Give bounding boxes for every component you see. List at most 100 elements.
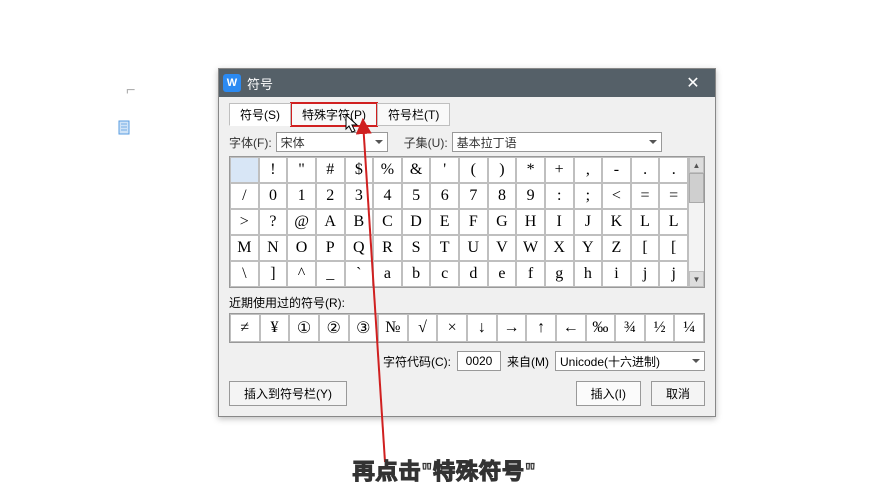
char-cell[interactable]: ^ bbox=[287, 261, 316, 287]
char-cell[interactable]: [ bbox=[659, 235, 688, 261]
char-cell[interactable]: # bbox=[316, 157, 345, 183]
char-cell[interactable]: H bbox=[516, 209, 545, 235]
char-cell[interactable]: V bbox=[488, 235, 517, 261]
char-cell[interactable]: c bbox=[430, 261, 459, 287]
char-cell[interactable]: ! bbox=[259, 157, 288, 183]
char-cell[interactable]: 1 bbox=[287, 183, 316, 209]
char-cell[interactable]: $ bbox=[345, 157, 374, 183]
recent-symbol-cell[interactable]: ‰ bbox=[586, 314, 616, 342]
char-cell[interactable]: ? bbox=[259, 209, 288, 235]
char-cell[interactable]: ' bbox=[430, 157, 459, 183]
recent-symbol-cell[interactable]: √ bbox=[408, 314, 438, 342]
scrollbar[interactable]: ▲ ▼ bbox=[688, 157, 704, 287]
tab-special-chars[interactable]: 特殊字符(P) bbox=[291, 103, 377, 126]
char-cell[interactable]: 9 bbox=[516, 183, 545, 209]
char-cell[interactable]: : bbox=[545, 183, 574, 209]
recent-symbol-cell[interactable]: × bbox=[437, 314, 467, 342]
char-cell[interactable]: ] bbox=[259, 261, 288, 287]
char-cell[interactable]: L bbox=[659, 209, 688, 235]
char-cell[interactable]: P bbox=[316, 235, 345, 261]
char-cell[interactable]: J bbox=[574, 209, 603, 235]
char-cell[interactable]: f bbox=[516, 261, 545, 287]
char-cell[interactable]: h bbox=[574, 261, 603, 287]
char-cell[interactable]: ( bbox=[459, 157, 488, 183]
char-cell[interactable]: ` bbox=[345, 261, 374, 287]
char-cell[interactable]: & bbox=[402, 157, 431, 183]
char-cell[interactable]: 8 bbox=[488, 183, 517, 209]
recent-symbol-cell[interactable]: ③ bbox=[349, 314, 379, 342]
char-cell[interactable]: O bbox=[287, 235, 316, 261]
insert-button[interactable]: 插入(I) bbox=[576, 381, 641, 406]
char-cell[interactable]: = bbox=[631, 183, 660, 209]
char-cell[interactable]: j bbox=[631, 261, 660, 287]
scroll-down-button[interactable]: ▼ bbox=[689, 271, 704, 287]
char-cell[interactable]: R bbox=[373, 235, 402, 261]
char-cell[interactable]: " bbox=[287, 157, 316, 183]
char-cell[interactable]: g bbox=[545, 261, 574, 287]
char-cell[interactable]: 7 bbox=[459, 183, 488, 209]
char-cell[interactable]: [ bbox=[631, 235, 660, 261]
char-cell[interactable]: M bbox=[230, 235, 259, 261]
char-cell[interactable]: = bbox=[659, 183, 688, 209]
char-cell[interactable]: 4 bbox=[373, 183, 402, 209]
char-cell[interactable]: 2 bbox=[316, 183, 345, 209]
char-cell[interactable]: @ bbox=[287, 209, 316, 235]
recent-symbol-cell[interactable]: ¼ bbox=[674, 314, 704, 342]
char-cell[interactable]: G bbox=[488, 209, 517, 235]
tab-symbols[interactable]: 符号(S) bbox=[229, 103, 291, 126]
char-cell[interactable]: B bbox=[345, 209, 374, 235]
char-cell[interactable]: W bbox=[516, 235, 545, 261]
recent-symbol-cell[interactable]: ≠ bbox=[230, 314, 260, 342]
char-cell[interactable] bbox=[230, 157, 259, 183]
char-cell[interactable]: _ bbox=[316, 261, 345, 287]
char-cell[interactable]: C bbox=[373, 209, 402, 235]
char-cell[interactable]: N bbox=[259, 235, 288, 261]
char-cell[interactable]: 5 bbox=[402, 183, 431, 209]
char-cell[interactable]: j bbox=[659, 261, 688, 287]
char-cell[interactable]: S bbox=[402, 235, 431, 261]
recent-symbol-cell[interactable]: ↑ bbox=[526, 314, 556, 342]
char-cell[interactable]: % bbox=[373, 157, 402, 183]
char-cell[interactable]: I bbox=[545, 209, 574, 235]
char-cell[interactable]: - bbox=[602, 157, 631, 183]
char-cell[interactable]: Y bbox=[574, 235, 603, 261]
char-code-input[interactable]: 0020 bbox=[457, 351, 501, 371]
char-cell[interactable]: T bbox=[430, 235, 459, 261]
char-cell[interactable]: . bbox=[631, 157, 660, 183]
cancel-button[interactable]: 取消 bbox=[651, 381, 705, 406]
char-cell[interactable]: > bbox=[230, 209, 259, 235]
char-cell[interactable]: b bbox=[402, 261, 431, 287]
recent-symbol-cell[interactable]: ← bbox=[556, 314, 586, 342]
tab-symbol-bar[interactable]: 符号栏(T) bbox=[377, 103, 450, 126]
char-cell[interactable]: A bbox=[316, 209, 345, 235]
char-cell[interactable]: E bbox=[430, 209, 459, 235]
recent-symbol-cell[interactable]: ② bbox=[319, 314, 349, 342]
recent-symbol-cell[interactable]: ¥ bbox=[260, 314, 290, 342]
recent-symbol-cell[interactable]: № bbox=[378, 314, 408, 342]
char-cell[interactable]: Z bbox=[602, 235, 631, 261]
char-cell[interactable]: D bbox=[402, 209, 431, 235]
char-cell[interactable]: < bbox=[602, 183, 631, 209]
char-cell[interactable]: X bbox=[545, 235, 574, 261]
char-cell[interactable]: e bbox=[488, 261, 517, 287]
char-cell[interactable]: Q bbox=[345, 235, 374, 261]
char-cell[interactable]: i bbox=[602, 261, 631, 287]
recent-symbol-cell[interactable]: ½ bbox=[645, 314, 675, 342]
insert-to-bar-button[interactable]: 插入到符号栏(Y) bbox=[229, 381, 347, 406]
char-cell[interactable]: U bbox=[459, 235, 488, 261]
scroll-up-button[interactable]: ▲ bbox=[689, 157, 704, 173]
char-cell[interactable]: ; bbox=[574, 183, 603, 209]
recent-symbol-cell[interactable]: → bbox=[497, 314, 527, 342]
char-cell[interactable]: a bbox=[373, 261, 402, 287]
char-cell[interactable]: + bbox=[545, 157, 574, 183]
char-cell[interactable]: d bbox=[459, 261, 488, 287]
char-cell[interactable]: , bbox=[574, 157, 603, 183]
from-select[interactable]: Unicode(十六进制) bbox=[555, 351, 705, 371]
scroll-thumb[interactable] bbox=[689, 173, 704, 203]
recent-symbol-cell[interactable]: ↓ bbox=[467, 314, 497, 342]
char-cell[interactable]: 0 bbox=[259, 183, 288, 209]
char-cell[interactable]: L bbox=[631, 209, 660, 235]
recent-symbol-cell[interactable]: ¾ bbox=[615, 314, 645, 342]
char-cell[interactable]: / bbox=[230, 183, 259, 209]
char-cell[interactable]: \ bbox=[230, 261, 259, 287]
